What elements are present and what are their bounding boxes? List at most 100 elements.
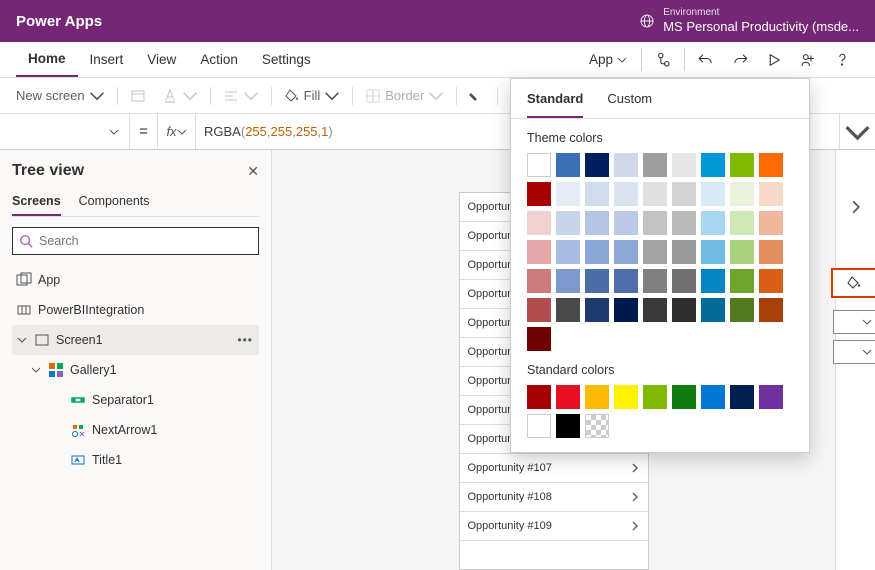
color-swatch[interactable] [672, 182, 696, 206]
fx-button[interactable]: fx [158, 114, 196, 149]
fill-button[interactable]: Fill [276, 78, 349, 113]
color-swatch[interactable] [614, 269, 638, 293]
share-icon[interactable] [791, 42, 825, 77]
color-swatch[interactable] [585, 240, 609, 264]
tree-node-powerbi[interactable]: PowerBIIntegration [12, 295, 259, 325]
tab-insert[interactable]: Insert [78, 42, 136, 77]
tab-screens[interactable]: Screens [12, 194, 61, 216]
color-swatch[interactable] [759, 240, 783, 264]
tree-node-app[interactable]: App [12, 265, 259, 295]
color-swatch[interactable] [643, 182, 667, 206]
color-swatch[interactable] [701, 153, 725, 177]
color-swatch[interactable] [614, 385, 638, 409]
chevron-down-icon[interactable] [30, 365, 42, 375]
color-swatch[interactable] [672, 298, 696, 322]
color-swatch[interactable] [556, 414, 580, 438]
color-swatch[interactable] [643, 153, 667, 177]
color-swatch[interactable] [556, 385, 580, 409]
color-swatch[interactable] [527, 182, 551, 206]
color-swatch[interactable] [527, 240, 551, 264]
tab-components[interactable]: Components [79, 194, 150, 216]
font-color-button[interactable] [154, 78, 206, 113]
align-button[interactable] [215, 78, 267, 113]
tree-node-screen1[interactable]: Screen1 ••• [12, 325, 259, 355]
gallery-row[interactable]: Opportunity #107 [460, 454, 648, 483]
tab-view[interactable]: View [135, 42, 188, 77]
color-swatch[interactable] [643, 211, 667, 235]
color-swatch[interactable] [701, 298, 725, 322]
tree-node-gallery1[interactable]: Gallery1 [12, 355, 259, 385]
color-swatch[interactable] [643, 298, 667, 322]
tree-search[interactable] [12, 227, 259, 255]
color-swatch[interactable] [556, 211, 580, 235]
fill-color-indicator[interactable] [831, 268, 875, 298]
color-swatch[interactable] [556, 298, 580, 322]
color-swatch[interactable] [730, 298, 754, 322]
tab-action[interactable]: Action [188, 42, 250, 77]
color-swatch[interactable] [759, 153, 783, 177]
color-swatch[interactable] [672, 211, 696, 235]
color-swatch[interactable] [759, 385, 783, 409]
app-dropdown[interactable]: App [579, 42, 637, 77]
color-swatch[interactable] [730, 385, 754, 409]
property-dropdown[interactable] [0, 114, 130, 149]
rail-dropdown-1[interactable] [833, 310, 875, 334]
color-swatch[interactable] [556, 240, 580, 264]
new-screen-button[interactable]: New screen [8, 78, 113, 113]
color-swatch[interactable] [527, 211, 551, 235]
tree-node-separator1[interactable]: Separator1 [12, 385, 259, 415]
color-swatch[interactable] [643, 240, 667, 264]
transparent-swatch[interactable] [585, 414, 609, 438]
color-swatch[interactable] [527, 298, 551, 322]
gallery-row[interactable]: Opportunity #108 [460, 483, 648, 512]
theme-button[interactable] [122, 78, 154, 113]
color-swatch[interactable] [585, 298, 609, 322]
color-swatch[interactable] [614, 298, 638, 322]
colorpicker-tab-custom[interactable]: Custom [607, 79, 652, 118]
app-checker-icon[interactable] [646, 42, 680, 77]
color-swatch[interactable] [672, 385, 696, 409]
color-swatch[interactable] [585, 182, 609, 206]
color-swatch[interactable] [643, 385, 667, 409]
color-swatch[interactable] [701, 182, 725, 206]
color-swatch[interactable] [701, 240, 725, 264]
color-swatch[interactable] [614, 153, 638, 177]
expand-formula-icon[interactable] [839, 114, 875, 149]
color-swatch[interactable] [701, 385, 725, 409]
color-swatch[interactable] [701, 211, 725, 235]
border-button[interactable]: Border [357, 78, 452, 113]
environment-selector[interactable]: Environment MS Personal Productivity (ms… [639, 7, 859, 35]
color-swatch[interactable] [585, 269, 609, 293]
color-swatch[interactable] [614, 240, 638, 264]
tree-node-title1[interactable]: Title1 [12, 445, 259, 475]
chevron-down-icon[interactable] [16, 335, 28, 345]
redo-icon[interactable] [723, 42, 757, 77]
color-swatch[interactable] [585, 211, 609, 235]
color-swatch[interactable] [556, 269, 580, 293]
color-swatch[interactable] [672, 269, 696, 293]
color-swatch[interactable] [759, 182, 783, 206]
color-swatch[interactable] [759, 298, 783, 322]
colorpicker-tab-standard[interactable]: Standard [527, 79, 583, 118]
color-swatch[interactable] [701, 269, 725, 293]
tab-settings[interactable]: Settings [250, 42, 323, 77]
color-swatch[interactable] [585, 385, 609, 409]
color-swatch[interactable] [614, 211, 638, 235]
color-swatch[interactable] [614, 182, 638, 206]
color-swatch[interactable] [527, 385, 551, 409]
color-swatch[interactable] [556, 153, 580, 177]
color-swatch[interactable] [672, 153, 696, 177]
tab-home[interactable]: Home [16, 42, 78, 77]
rail-dropdown-2[interactable] [833, 340, 875, 364]
chevron-right-icon[interactable] [838, 192, 874, 222]
color-swatch[interactable] [730, 182, 754, 206]
close-icon[interactable]: ✕ [247, 163, 259, 180]
color-swatch[interactable] [730, 240, 754, 264]
color-swatch[interactable] [643, 269, 667, 293]
color-swatch[interactable] [759, 211, 783, 235]
color-swatch[interactable] [556, 182, 580, 206]
color-swatch[interactable] [759, 269, 783, 293]
search-input[interactable] [39, 234, 252, 248]
help-icon[interactable] [825, 42, 859, 77]
gallery-row[interactable]: Opportunity #109 [460, 512, 648, 541]
